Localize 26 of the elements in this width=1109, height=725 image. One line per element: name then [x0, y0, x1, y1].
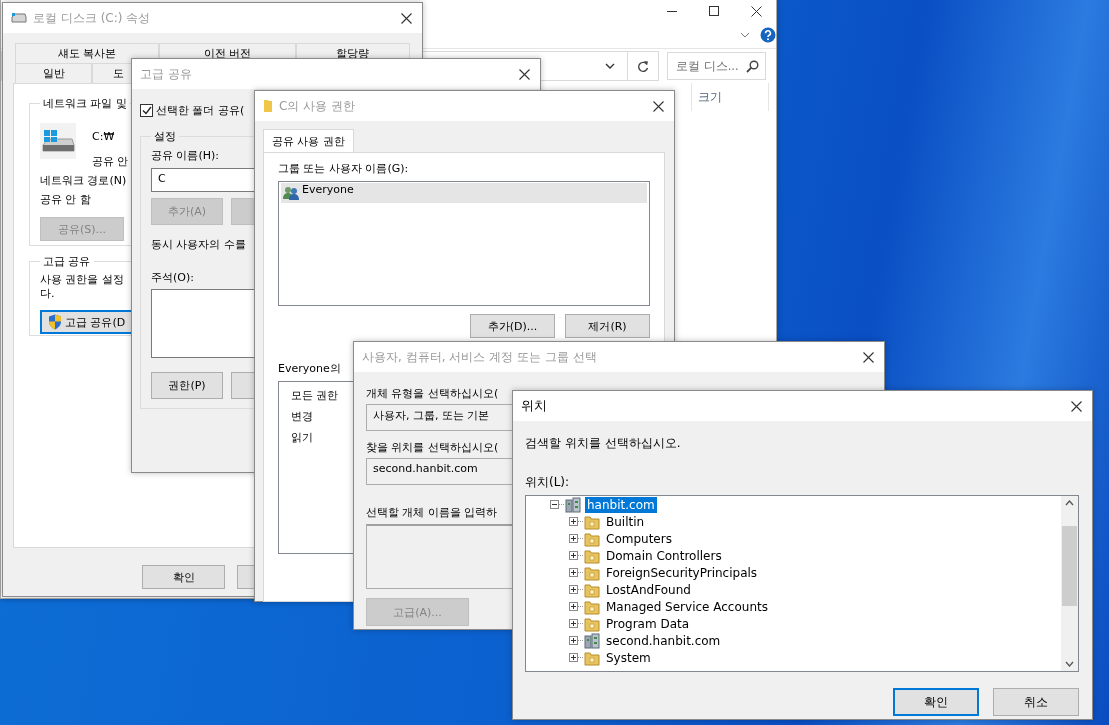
field-label: 주석(O):: [151, 270, 194, 285]
network-path-value: 공유 안 함: [40, 192, 91, 208]
description-text: 사용 권한을 설정: [40, 273, 124, 287]
field-label: 선택할 개체 이름을 입력하: [366, 505, 498, 520]
window-title: 로컬 디스크 (C:) 속성: [33, 9, 152, 27]
permission-name: 모든 권한: [291, 388, 339, 403]
window-title: 위치: [521, 397, 548, 415]
field-label: Everyone의: [278, 361, 341, 376]
share-status: 공유 안: [92, 154, 129, 170]
window-title: 사용자, 컴퓨터, 서비스 계정 또는 그룹 선택: [362, 348, 598, 366]
field-label: 공유 이름(H):: [151, 148, 220, 163]
prompt-text: 검색할 위치를 선택하십시오.: [525, 435, 681, 452]
group-title: 설정: [153, 129, 177, 144]
drive-path: C:₩: [92, 129, 115, 145]
group-title: 고급 공유: [42, 254, 92, 269]
network-path-label: 네트워크 경로(N): [40, 173, 127, 189]
field-label: 위치(L):: [525, 474, 570, 491]
field-label: 동시 사용자의 수를: [151, 237, 246, 252]
group-title: 네트워크 파일 및: [42, 96, 128, 111]
window-title: C의 사용 권한: [279, 97, 356, 115]
field-label: 개체 유형을 선택하십시오(: [366, 386, 499, 401]
window-title: 고급 공유: [140, 65, 193, 83]
field-label: 찾을 위치를 선택하십시오(: [366, 440, 499, 455]
description-text: 다.: [40, 287, 55, 301]
permission-name: 변경: [291, 409, 313, 424]
permission-name: 읽기: [291, 430, 313, 445]
